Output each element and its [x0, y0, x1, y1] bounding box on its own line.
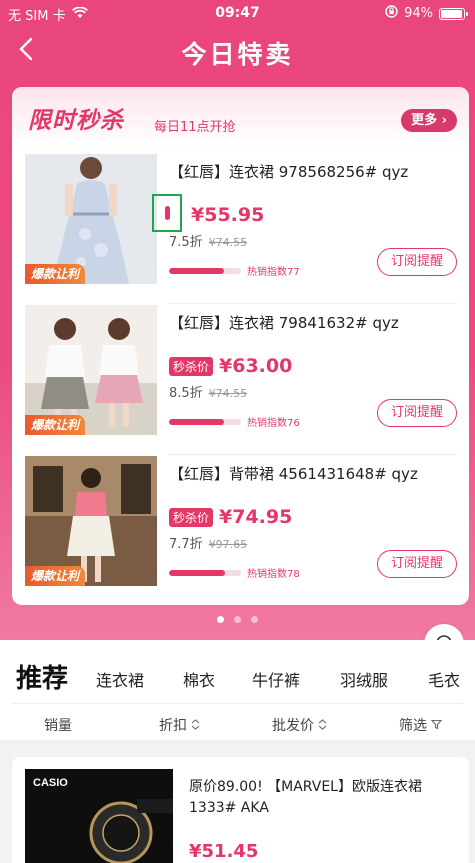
- filter-wholesale-price[interactable]: 批发价: [272, 715, 327, 735]
- flash-sale-subtitle: 每日11点开抢: [154, 120, 236, 135]
- page-title: 今日特卖: [181, 40, 294, 69]
- sort-icon: [191, 718, 200, 734]
- sale-price: ¥74.95: [219, 506, 293, 528]
- sale-price: ¥55.95: [191, 204, 265, 226]
- status-bar: 无 SIM 卡 09:47 94%: [0, 0, 475, 26]
- more-button[interactable]: 更多 ›: [401, 109, 457, 132]
- recommend-title: 推荐: [16, 664, 69, 694]
- price-row: 秒杀价 ¥74.95: [169, 506, 292, 528]
- discount-row: 7.7折 ¥97.65: [169, 533, 247, 552]
- product-image: 爆款让利: [25, 305, 157, 435]
- hot-progress-fill: [169, 267, 225, 274]
- flash-item[interactable]: 爆款让利 【红唇】连衣裙 978568256# qyz ¥55.95 7.5折 …: [12, 154, 469, 304]
- battery-icon: [439, 7, 468, 20]
- hot-progress: [169, 267, 241, 274]
- battery-level: [441, 9, 462, 18]
- hot-progress: [169, 569, 241, 576]
- product-image: CASIO: [25, 769, 173, 863]
- subscribe-button[interactable]: 订阅提醒: [377, 550, 457, 578]
- discount: 7.5折: [169, 235, 203, 250]
- funnel-icon: [431, 718, 443, 734]
- flash-item[interactable]: 爆款让利 【红唇】背带裙 4561431648# qyz 秒杀价 ¥74.95 …: [12, 456, 469, 605]
- category-tab[interactable]: 棉衣: [183, 667, 215, 691]
- sort-icon: [318, 718, 327, 734]
- original-price: ¥74.55: [208, 236, 248, 249]
- promo-badge: 爆款让利: [25, 566, 86, 586]
- status-right: 94%: [385, 5, 468, 22]
- price-row: ¥55.95: [169, 204, 264, 226]
- promo-badge: 爆款让利: [25, 264, 86, 284]
- category-tab[interactable]: 连衣裙: [96, 667, 144, 691]
- filter-label: 批发价: [272, 718, 314, 734]
- item-title: 【红唇】连衣裙 79841632# qyz: [169, 314, 399, 332]
- discount: 8.5折: [169, 386, 203, 401]
- carousel-dots: [0, 616, 475, 623]
- flash-sale-card: 限时秒杀 每日11点开抢 更多 › 爆款让利 【红唇】连衣裙 978568256…: [12, 87, 469, 605]
- category-tab[interactable]: 牛仔裤: [252, 667, 300, 691]
- filter-label: 折扣: [159, 718, 187, 734]
- subscribe-button[interactable]: 订阅提醒: [377, 399, 457, 427]
- filter-discount[interactable]: 折扣: [159, 715, 200, 735]
- price-row: 秒杀价 ¥63.00: [169, 355, 292, 377]
- item-title: 【红唇】连衣裙 978568256# qyz: [169, 163, 409, 181]
- category-tab[interactable]: 羽绒服: [340, 667, 388, 691]
- item-title: 【红唇】背带裙 4561431648# qyz: [169, 465, 418, 483]
- discount-row: 8.5折 ¥74.55: [169, 382, 247, 401]
- focus-highlight: [152, 194, 182, 232]
- brand-logo: CASIO: [33, 777, 68, 789]
- promo-badge: 爆款让利: [25, 415, 86, 435]
- carousel-dot[interactable]: [251, 616, 258, 623]
- subscribe-button[interactable]: 订阅提醒: [377, 248, 457, 276]
- product-image: 爆款让利: [25, 154, 157, 284]
- discount-row: 7.5折 ¥74.55: [169, 231, 247, 250]
- more-label: 更多: [411, 113, 438, 128]
- divider: [168, 303, 457, 304]
- divider: [168, 454, 457, 455]
- filter-label: 销量: [44, 718, 72, 734]
- product-price: ¥51.45: [189, 841, 259, 862]
- hot-progress: [169, 418, 241, 425]
- discount: 7.7折: [169, 537, 203, 552]
- hot-progress-fill: [169, 569, 226, 576]
- nav-bar: 今日特卖: [0, 26, 475, 76]
- product-image: 爆款让利: [25, 456, 157, 586]
- seckill-tag: 秒杀价: [169, 356, 214, 376]
- filter-bar: 销量 折扣 批发价 筛选: [12, 703, 463, 743]
- hot-label: 热销指数78: [247, 569, 300, 580]
- flash-sale-title: 限时秒杀: [28, 108, 124, 134]
- flash-item[interactable]: 爆款让利 【红唇】连衣裙 79841632# qyz 秒杀价 ¥63.00 8.…: [12, 305, 469, 455]
- price-tag-placeholder: [165, 206, 170, 220]
- carousel-dot[interactable]: [234, 616, 241, 623]
- seckill-tag: 秒杀价: [169, 507, 214, 527]
- filter-sales[interactable]: 销量: [44, 715, 72, 735]
- hot-index: 热销指数77: [169, 263, 300, 278]
- filter-screen[interactable]: 筛选: [399, 715, 443, 735]
- hot-index: 热销指数76: [169, 414, 300, 429]
- original-price: ¥97.65: [208, 538, 248, 551]
- flash-sale-header: 限时秒杀 每日11点开抢 更多 ›: [12, 87, 469, 147]
- product-card[interactable]: CASIO 原价89.00! 【MARVEL】欧版连衣裙1333# AKA ¥5…: [12, 757, 469, 863]
- hot-label: 热销指数76: [247, 418, 300, 429]
- chevron-right-icon: ›: [441, 113, 447, 128]
- hot-progress-fill: [169, 418, 224, 425]
- category-tab[interactable]: 毛衣: [428, 667, 460, 691]
- carousel-dot[interactable]: [217, 616, 224, 623]
- original-price: ¥74.55: [208, 387, 248, 400]
- recommend-section: 推荐 连衣裙 棉衣 牛仔裤 羽绒服 毛衣 销量 折扣 批发价 筛选: [0, 640, 475, 740]
- hot-index: 热销指数78: [169, 565, 300, 580]
- product-title: 原价89.00! 【MARVEL】欧版连衣裙1333# AKA: [189, 779, 422, 816]
- battery-percent: 94%: [404, 6, 433, 21]
- sale-price: ¥63.00: [219, 355, 293, 377]
- hot-label: 热销指数77: [247, 267, 300, 278]
- filter-label: 筛选: [399, 718, 427, 734]
- rotation-lock-icon: [385, 5, 398, 22]
